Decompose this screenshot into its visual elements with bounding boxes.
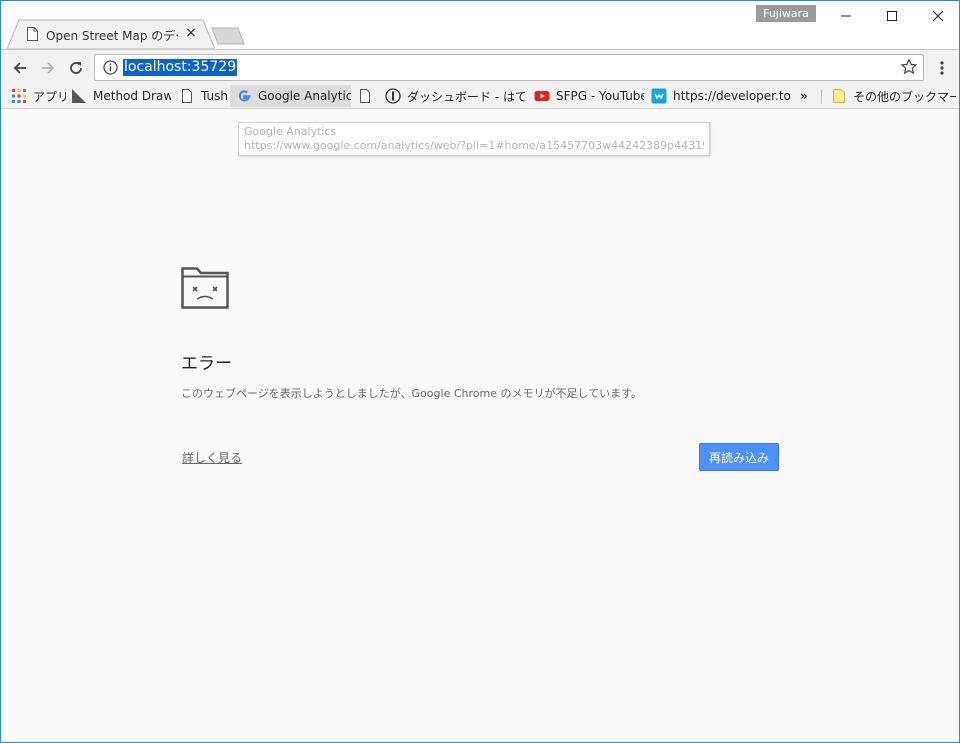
bookmark-label: Google Analytics (258, 89, 351, 103)
minimize-button[interactable] (823, 1, 869, 31)
toolbar: localhost:35729 (1, 49, 959, 85)
error-title: エラー (181, 354, 232, 374)
apps-grid-icon (12, 89, 26, 103)
tab-title: Open Street Map のデータ (46, 29, 178, 43)
page-icon (360, 89, 370, 103)
bookmark-apps[interactable]: アプリ (11, 85, 66, 107)
bookmarks-bar: アプリ Method Draw Tush Google Analytics ダッ… (1, 85, 959, 109)
info-icon[interactable] (103, 60, 118, 75)
bookmark-label: Tush (201, 89, 228, 103)
developer-icon (651, 88, 667, 104)
page-icon (182, 89, 192, 103)
maximize-button[interactable] (869, 1, 915, 31)
profile-button[interactable]: Fujiwara (756, 5, 816, 22)
reload-button[interactable] (64, 56, 88, 80)
reload-page-button[interactable]: 再読み込み (699, 443, 779, 471)
bookmark-label: SFPG - YouTube (556, 89, 644, 103)
bookmark-label: ダッシュボード - はてなブロ (407, 89, 525, 104)
tab-close-button[interactable]: × (183, 25, 199, 41)
forward-arrow-icon (42, 62, 55, 74)
page-icon (27, 27, 38, 41)
back-button[interactable] (8, 56, 32, 80)
bookmark-star-icon[interactable] (900, 58, 918, 76)
bookmark-page[interactable] (357, 85, 379, 107)
bookmark-youtube[interactable]: SFPG - YouTube (534, 85, 644, 107)
maximize-icon (887, 11, 897, 21)
details-link[interactable]: 詳しく見る (182, 449, 242, 466)
minimize-icon (841, 15, 851, 17)
bookmark-tush[interactable]: Tush (179, 85, 229, 107)
title-bar: Open Street Map のデータ × Fujiwara (1, 1, 959, 49)
bookmark-google-analytics[interactable]: Google Analytics (230, 85, 351, 107)
window-close-button[interactable] (915, 1, 960, 31)
youtube-icon (534, 91, 550, 101)
close-icon (932, 10, 944, 22)
google-icon (238, 90, 251, 102)
bookmark-method-draw[interactable]: Method Draw (71, 85, 171, 107)
address-bar[interactable]: localhost:35729 (94, 54, 924, 81)
bookmarks-separator (821, 90, 822, 104)
hatena-icon (385, 88, 401, 104)
more-bookmarks-button[interactable]: » (800, 85, 816, 107)
bookmark-hatena[interactable]: ダッシュボード - はてなブロ (385, 85, 525, 107)
new-tab-button[interactable] (211, 27, 245, 45)
forward-button[interactable] (36, 56, 60, 80)
tooltip-url: https://www.google.com/analytics/web/?pl… (244, 139, 704, 152)
bookmark-developer[interactable]: https://developer.toky (651, 85, 791, 107)
browser-window: Open Street Map のデータ × Fujiwara (0, 0, 960, 743)
bookmark-other-folder[interactable]: その他のブックマーク (831, 85, 956, 107)
back-arrow-icon (13, 62, 26, 74)
menu-dots-icon[interactable] (933, 56, 951, 80)
folder-icon (833, 89, 845, 103)
sad-folder-icon (181, 267, 229, 309)
reload-icon (70, 62, 82, 74)
error-message: このウェブページを表示しようとしましたが、Google Chrome のメモリが… (181, 387, 643, 400)
url-text[interactable]: localhost:35729 (123, 59, 238, 76)
method-draw-icon (72, 89, 86, 103)
bookmark-label: アプリ (33, 89, 66, 104)
bookmark-label: https://developer.toky (673, 89, 791, 103)
bookmark-tooltip: Google Analytics https://www.google.com/… (238, 122, 710, 156)
bookmark-label: その他のブックマーク (853, 89, 956, 104)
bookmark-label: Method Draw (93, 89, 171, 103)
tooltip-title: Google Analytics (244, 125, 337, 138)
